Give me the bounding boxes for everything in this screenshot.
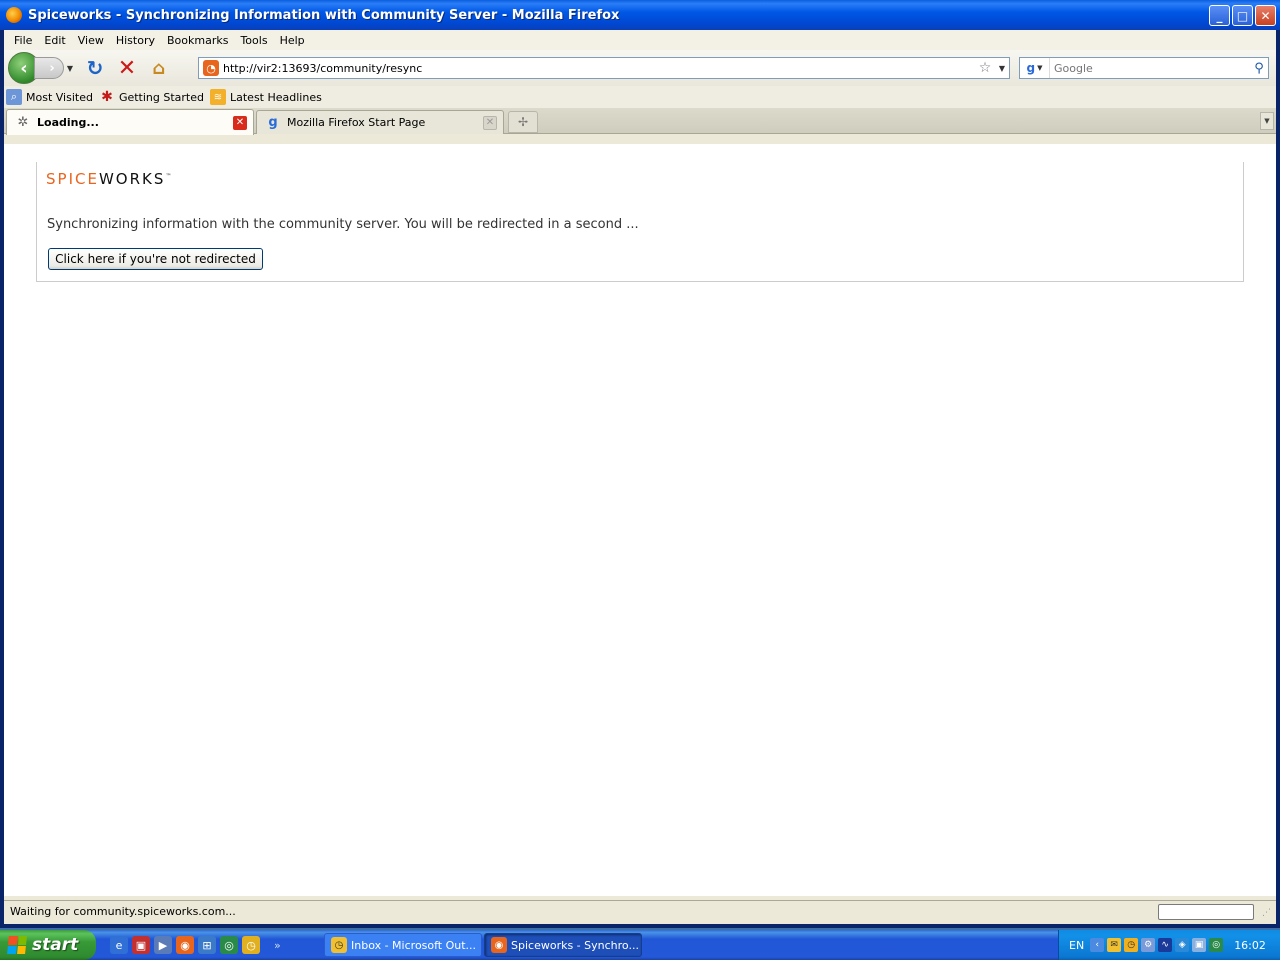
menu-edit[interactable]: Edit xyxy=(38,32,71,49)
google-engine-icon[interactable]: g ▼ xyxy=(1020,58,1050,78)
menu-bookmarks[interactable]: Bookmarks xyxy=(161,32,234,49)
tab-list-dropdown-icon[interactable]: ▼ xyxy=(1260,112,1274,130)
search-bar[interactable]: g▼ ⚲ xyxy=(1019,57,1269,79)
firefox-icon xyxy=(6,7,22,23)
navigation-toolbar: ‹ › ▼ ↻ ✕ ⌂ ◔ http://vir2:13693/communit… xyxy=(4,50,1276,86)
eye-tray-icon[interactable]: ◎ xyxy=(1209,938,1224,952)
bookmark-most-visited[interactable]: ⌕ Most Visited xyxy=(6,89,93,105)
maximize-button[interactable]: □ xyxy=(1232,5,1253,26)
firefox-icon: ◉ xyxy=(491,937,507,953)
tab-strip: ✲ Loading... ✕ g Mozilla Firefox Start P… xyxy=(4,108,1276,135)
stop-icon[interactable]: ✕ xyxy=(114,55,140,81)
taskbar-item-firefox[interactable]: ◉ Spiceworks - Synchro... xyxy=(484,933,642,957)
resize-grip-icon[interactable]: ⋰ xyxy=(1262,908,1274,920)
windows-flag-icon xyxy=(7,936,27,954)
progress-meter xyxy=(1158,904,1254,920)
task-label: Spiceworks - Synchro... xyxy=(511,938,639,952)
site-favicon-icon: ◔ xyxy=(203,60,219,76)
bookmark-label: Latest Headlines xyxy=(230,90,322,104)
media-player-icon[interactable]: ▶ xyxy=(154,936,172,954)
tray-expand-icon[interactable]: ‹ xyxy=(1090,938,1105,952)
taskbar-item-outlook[interactable]: ◷ Inbox - Microsoft Out... xyxy=(324,933,482,957)
close-button[interactable]: ✕ xyxy=(1255,5,1276,26)
taskbar: start e ▣ ▶ ◉ ⊞ ◎ ◷ » ◷ Inbox - Microsof… xyxy=(0,930,1280,960)
tab-label: Loading... xyxy=(37,116,99,129)
bookmarks-toolbar: ⌕ Most Visited ✱ Getting Started ≋ Lates… xyxy=(4,86,1276,108)
home-icon[interactable]: ⌂ xyxy=(146,55,172,81)
search-icon[interactable]: ⚲ xyxy=(1250,61,1268,76)
network-tray-icon[interactable]: ⚙ xyxy=(1141,938,1156,952)
start-button[interactable]: start xyxy=(0,930,96,960)
google-icon: g xyxy=(268,115,278,130)
window-title: Spiceworks - Synchronizing Information w… xyxy=(28,7,620,23)
page-content: SPICEWORKS™ Synchronizing information wi… xyxy=(4,144,1276,896)
new-tab-button[interactable]: ✢ xyxy=(508,111,538,133)
start-label: start xyxy=(32,935,79,955)
bookmark-label: Getting Started xyxy=(118,90,204,104)
ie-icon[interactable]: e xyxy=(110,936,128,954)
tab-loading[interactable]: ✲ Loading... ✕ xyxy=(6,109,254,135)
minimize-button[interactable]: _ xyxy=(1209,5,1230,26)
task-label: Inbox - Microsoft Out... xyxy=(351,938,477,952)
menu-tools[interactable]: Tools xyxy=(234,32,273,49)
bookmark-star-icon[interactable]: ☆ xyxy=(975,60,995,76)
title-bar[interactable]: Spiceworks - Synchronizing Information w… xyxy=(0,0,1280,30)
url-dropdown-icon[interactable]: ▼ xyxy=(995,64,1009,73)
mail-icon[interactable]: ✉ xyxy=(1107,938,1122,952)
status-bar: Waiting for community.spiceworks.com... … xyxy=(4,900,1276,922)
sync-message: Synchronizing information with the commu… xyxy=(47,217,639,232)
loading-spinner-icon: ✲ xyxy=(17,115,29,130)
rss-icon: ≋ xyxy=(210,89,226,105)
quick-launch: e ▣ ▶ ◉ ⊞ ◎ ◷ » xyxy=(110,936,281,954)
eye-icon[interactable]: ◎ xyxy=(220,936,238,954)
back-arrow-icon: ‹ xyxy=(20,57,28,79)
bookmark-label: Most Visited xyxy=(26,90,93,104)
url-text[interactable]: http://vir2:13693/community/resync xyxy=(223,62,975,75)
forward-button[interactable]: › xyxy=(34,57,64,79)
menu-bar: File Edit View History Bookmarks Tools H… xyxy=(4,30,1276,50)
spiceworks-logo: SPICEWORKS™ xyxy=(46,170,172,188)
bookmark-getting-started[interactable]: ✱ Getting Started xyxy=(99,89,204,105)
system-tray: EN ‹ ✉ ◷ ⚙ ∿ ◈ ▣ ◎ 16:02 xyxy=(1058,930,1280,960)
bookmark-latest-headlines[interactable]: ≋ Latest Headlines xyxy=(210,89,322,105)
menu-help[interactable]: Help xyxy=(274,32,311,49)
reload-icon[interactable]: ↻ xyxy=(82,55,108,81)
redirect-button[interactable]: Click here if you're not redirected xyxy=(48,248,263,270)
language-indicator[interactable]: EN xyxy=(1069,939,1084,952)
firefox-quicklaunch-icon[interactable]: ◉ xyxy=(176,936,194,954)
update-icon[interactable]: ◈ xyxy=(1175,938,1190,952)
audio-icon[interactable]: ∿ xyxy=(1158,938,1173,952)
tab-close-icon[interactable]: ✕ xyxy=(483,115,497,130)
browser-window: Spiceworks - Synchronizing Information w… xyxy=(0,0,1280,928)
most-visited-icon: ⌕ xyxy=(6,89,22,105)
address-bar[interactable]: ◔ http://vir2:13693/community/resync ☆ ▼ xyxy=(198,57,1010,79)
status-text: Waiting for community.spiceworks.com... xyxy=(10,905,236,918)
display-icon[interactable]: ▣ xyxy=(1192,938,1207,952)
window-controls: _ □ ✕ xyxy=(1209,5,1276,26)
menu-view[interactable]: View xyxy=(72,32,110,49)
forward-arrow-icon: › xyxy=(49,60,55,76)
menu-file[interactable]: File xyxy=(8,32,38,49)
tab-close-icon[interactable]: ✕ xyxy=(233,115,247,130)
save-disk-icon[interactable]: ▣ xyxy=(132,936,150,954)
menu-history[interactable]: History xyxy=(110,32,161,49)
getting-started-icon: ✱ xyxy=(101,89,113,105)
outlook-tray-icon[interactable]: ◷ xyxy=(1124,938,1139,952)
network-icon[interactable]: ⊞ xyxy=(198,936,216,954)
clock[interactable]: 16:02 xyxy=(1234,939,1266,952)
outlook-icon: ◷ xyxy=(331,937,347,953)
plus-icon: ✢ xyxy=(517,115,529,129)
tab-label: Mozilla Firefox Start Page xyxy=(287,116,426,129)
history-dropdown-icon[interactable]: ▼ xyxy=(64,64,76,73)
window-client: File Edit View History Bookmarks Tools H… xyxy=(4,30,1276,924)
tab-firefox-start-page[interactable]: g Mozilla Firefox Start Page ✕ xyxy=(256,110,504,134)
outlook-quicklaunch-icon[interactable]: ◷ xyxy=(242,936,260,954)
chevron-icon[interactable]: » xyxy=(274,939,281,952)
search-input[interactable] xyxy=(1050,61,1250,75)
